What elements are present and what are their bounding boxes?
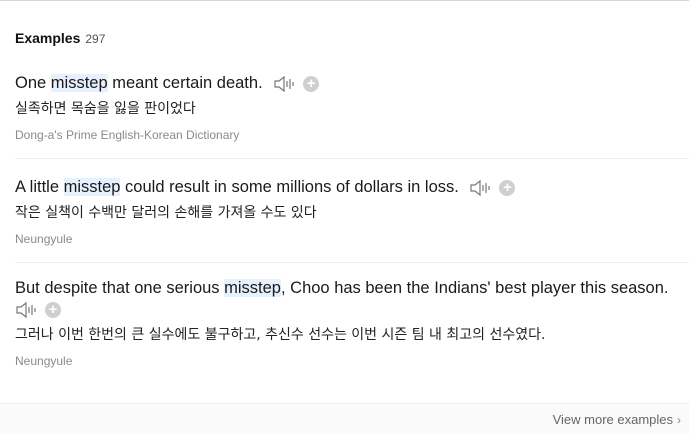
highlighted-word: misstep [63,178,121,196]
example-english-sentence: But despite that one serious misstep, Ch… [15,277,689,299]
sentence-text: One [15,74,51,92]
example-korean-translation: 그러나 이번 한번의 큰 실수에도 불구하고, 추신수 선수는 이번 시즌 팀 … [15,327,546,343]
example-divider [15,158,689,159]
example-tools: + [273,74,320,94]
plus-icon[interactable]: + [303,75,320,92]
sentence-text: But despite that one serious [15,279,225,297]
example-korean-translation: 작은 실책이 수백만 달러의 손해를 가져올 수도 있다 [15,205,317,221]
examples-title: Examples [15,30,81,46]
speaker-icon[interactable] [469,178,493,198]
plus-icon[interactable]: + [499,179,516,196]
example-source: Dong-a's Prime English-Korean Dictionary [15,128,240,142]
examples-count: 297 [85,32,106,46]
sentence-text: , Choo has been the Indians' best player… [281,279,669,297]
example-divider [15,262,689,263]
sentence-text: meant certain death. [107,74,263,92]
sentence-text: could result in some millions of dollars… [120,178,459,196]
example-source: Neungyule [15,354,73,368]
example-english-sentence: One misstep meant certain death. + [15,72,689,94]
example-item: But despite that one serious misstep, Ch… [15,277,689,383]
examples-header: Examples 297 [15,30,105,46]
example-tools: + [15,300,689,320]
highlighted-word: misstep [224,279,281,297]
top-divider [0,0,689,1]
view-more-label: View more examples [552,412,673,427]
example-item: A little misstep could result in some mi… [15,176,689,263]
example-tools: + [469,178,516,198]
example-item: One misstep meant certain death. + 실족하면 … [15,72,689,159]
footer-bar: View more examples › [0,403,689,434]
sentence-text: A little [15,178,64,196]
example-korean-translation: 실족하면 목숨을 잃을 판이었다 [15,101,196,117]
example-source: Neungyule [15,232,73,246]
chevron-right-icon: › [677,412,681,427]
view-more-examples-link[interactable]: View more examples › [553,412,681,427]
highlighted-word: misstep [50,74,108,92]
speaker-icon[interactable] [15,300,39,320]
speaker-icon[interactable] [273,74,297,94]
example-english-sentence: A little misstep could result in some mi… [15,176,689,198]
plus-icon[interactable]: + [45,302,61,318]
